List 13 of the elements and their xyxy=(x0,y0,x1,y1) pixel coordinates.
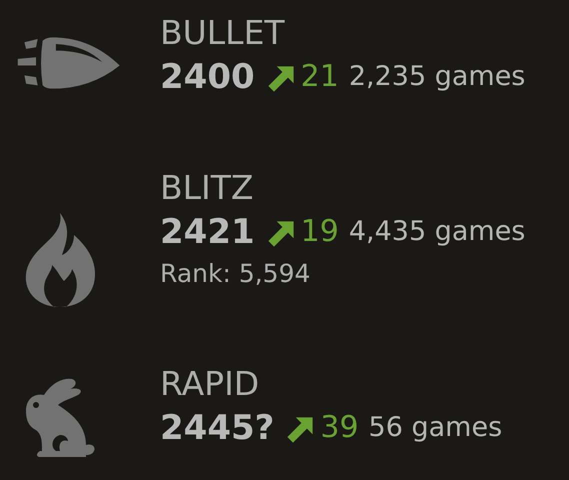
rating: 2421 xyxy=(160,211,255,254)
games-count: 2,235 games xyxy=(348,60,526,94)
mode-title: BLITZ xyxy=(160,167,254,209)
rating: 2400 xyxy=(160,56,255,99)
games-count: 56 games xyxy=(368,411,502,445)
mode-title: BULLET xyxy=(160,12,285,54)
rating-change: 19 xyxy=(300,213,339,251)
rating-change: 39 xyxy=(320,409,359,447)
mode-title: RAPID xyxy=(160,363,260,405)
rating-change: 21 xyxy=(300,58,339,96)
games-count: 4,435 games xyxy=(348,215,526,249)
rating: 2445? xyxy=(160,407,274,450)
rank-text: Rank: 5,594 xyxy=(160,258,310,290)
